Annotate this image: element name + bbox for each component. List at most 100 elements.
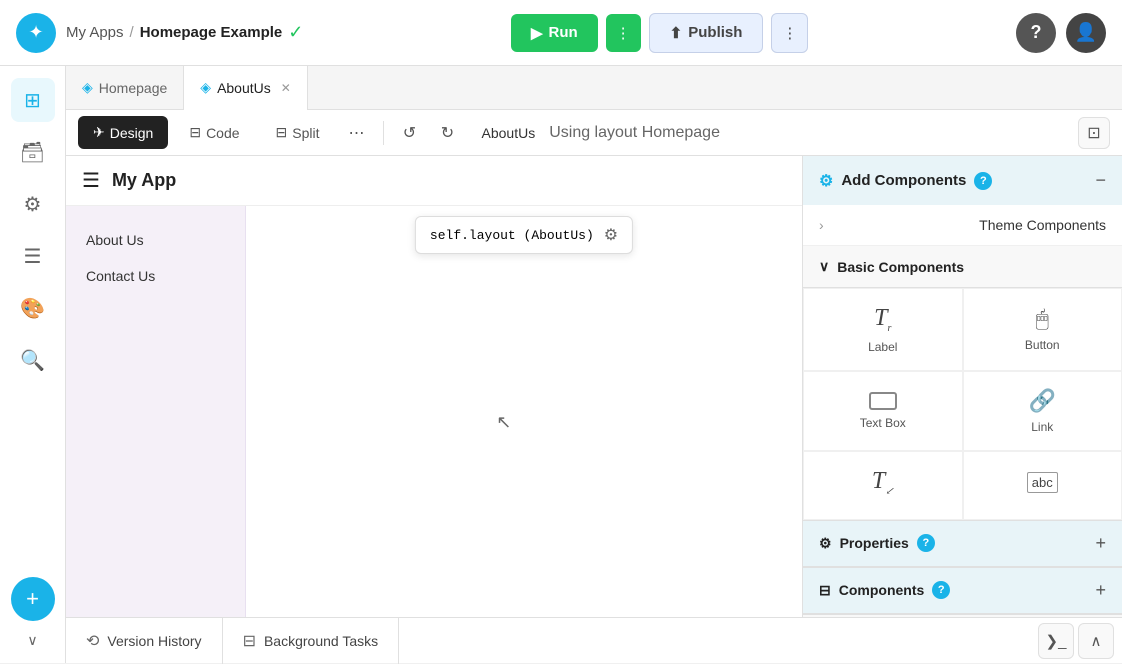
component-textbox[interactable]: Text Box: [803, 371, 963, 451]
sidebar-icon-grid[interactable]: ⊞: [11, 78, 55, 122]
breadcrumb-myapps[interactable]: My Apps: [66, 24, 124, 41]
content-area: ◈ Homepage ◈ AboutUs ✕ ✈ Design ⊟ Code ⊟…: [66, 66, 1122, 663]
toolbar-right: ⊡: [1078, 117, 1110, 149]
help-button[interactable]: ?: [1016, 13, 1056, 53]
terminal-icon: ❯_: [1046, 632, 1067, 650]
app-sidebar: About Us Contact Us: [66, 206, 246, 617]
breadcrumb-app-name: Homepage Example: [140, 24, 283, 41]
sidebar-about-us[interactable]: About Us: [66, 222, 245, 258]
sidebar-chevron[interactable]: ∨: [11, 629, 55, 651]
toolbar-path-name: AboutUs: [482, 125, 536, 141]
toolbar-path-detail: Using layout Homepage: [549, 124, 720, 142]
component-label[interactable]: Tr Label: [803, 288, 963, 371]
sidebar-icon-search[interactable]: 🔍: [11, 338, 55, 382]
basic-components-title: Basic Components: [837, 259, 964, 275]
code-button[interactable]: ⊟ Code: [174, 116, 254, 149]
add-components-collapse[interactable]: −: [1095, 170, 1106, 191]
settings-icon: ⚙: [24, 192, 42, 217]
publish-more-button[interactable]: ⋮: [771, 13, 808, 53]
logo[interactable]: ✦: [16, 13, 56, 53]
add-components-section: ⚙ Add Components ? − › Theme Components: [803, 156, 1122, 521]
properties-header[interactable]: ⚙ Properties ? +: [803, 521, 1122, 567]
components-section: ⊟ Components ? +: [803, 568, 1122, 615]
version-history-label: Version History: [107, 633, 201, 649]
sidebar-add-button[interactable]: +: [11, 577, 55, 621]
run-more-button[interactable]: ⋮: [606, 14, 641, 52]
components-header[interactable]: ⊟ Components ? +: [803, 568, 1122, 614]
redo-button[interactable]: ↻: [432, 117, 464, 149]
background-tasks-label: Background Tasks: [264, 633, 378, 649]
bottom-bar: ⟲ Version History ⊟ Background Tasks ❯_ …: [66, 617, 1122, 663]
background-tasks-tab[interactable]: ⊟ Background Tasks: [223, 618, 400, 664]
theme-components-item[interactable]: › Theme Components: [803, 205, 1122, 246]
link-text: Link: [1031, 420, 1053, 434]
app-body: About Us Contact Us self.layout (AboutUs…: [66, 206, 802, 617]
layout-toggle-button[interactable]: ⊡: [1078, 117, 1110, 149]
undo-icon: ↺: [403, 123, 416, 143]
tab-aboutus[interactable]: ◈ AboutUs ✕: [184, 66, 308, 110]
run-icon: ▶: [531, 24, 543, 42]
bottom-right: ❯_ ∧: [1038, 623, 1122, 659]
canvas-area[interactable]: ☰ My App About Us Contact Us: [66, 156, 802, 617]
redo-icon: ↻: [441, 123, 454, 143]
canvas-panel: ☰ My App About Us Contact Us: [66, 156, 1122, 617]
split-icon: ⊟: [276, 124, 288, 141]
about-us-label: About Us: [86, 232, 144, 248]
header-center: ▶ Run ⋮ ⬆ Publish ⋮: [511, 13, 808, 53]
app-main[interactable]: self.layout (AboutUs) ⚙ ↖: [246, 206, 802, 617]
version-history-tab[interactable]: ⟲ Version History: [66, 618, 223, 664]
layout-tooltip: self.layout (AboutUs) ⚙: [415, 216, 633, 254]
add-components-header-left: ⚙ Add Components ?: [819, 171, 992, 191]
component-button[interactable]: 🖱 Button: [963, 288, 1122, 371]
tab-aboutus-close[interactable]: ✕: [281, 81, 291, 95]
properties-plus[interactable]: +: [1095, 533, 1106, 554]
add-components-help: ?: [980, 175, 987, 187]
textbox-text: Text Box: [860, 416, 906, 430]
tab-homepage-label: Homepage: [99, 80, 168, 96]
undo-button[interactable]: ↺: [394, 117, 426, 149]
app-preview: ☰ My App About Us Contact Us: [66, 156, 802, 617]
basic-components-left: ∨ Basic Components: [819, 258, 964, 275]
sidebar-icon-paint[interactable]: 🎨: [11, 286, 55, 330]
component-more1[interactable]: T↙: [803, 451, 963, 520]
run-more-icon: ⋮: [616, 25, 631, 42]
add-components-header[interactable]: ⚙ Add Components ? −: [803, 156, 1122, 205]
sidebar-contact-us[interactable]: Contact Us: [66, 258, 245, 294]
sidebar-icon-settings[interactable]: ⚙: [11, 182, 55, 226]
link-icon: 🔗: [1029, 388, 1056, 414]
chevron-up-button[interactable]: ∧: [1078, 623, 1114, 659]
run-button[interactable]: ▶ Run: [511, 14, 598, 52]
component-link[interactable]: 🔗 Link: [963, 371, 1122, 451]
design-icon: ✈: [93, 124, 105, 141]
sidebar-icon-list[interactable]: ☰: [11, 234, 55, 278]
avatar-button[interactable]: 👤: [1066, 13, 1106, 53]
component-more2[interactable]: abc: [963, 451, 1122, 520]
components-section-badge: ?: [932, 581, 950, 599]
sidebar-icon-database[interactable]: 🗃: [11, 130, 55, 174]
publish-button[interactable]: ⬆ Publish: [649, 13, 764, 53]
terminal-button[interactable]: ❯_: [1038, 623, 1074, 659]
more-icon: ⋯: [349, 123, 365, 143]
tab-homepage[interactable]: ◈ Homepage: [66, 66, 184, 110]
header: ✦ My Apps / Homepage Example ✓ ▶ Run ⋮ ⬆…: [0, 0, 1122, 66]
avatar-icon: 👤: [1075, 22, 1097, 43]
more-options-button[interactable]: ⋯: [341, 117, 373, 149]
components-section-plus[interactable]: +: [1095, 580, 1106, 601]
basic-components-header[interactable]: ∨ Basic Components: [803, 246, 1122, 288]
grid-icon: ⊞: [24, 88, 41, 113]
layout-tooltip-settings-icon[interactable]: ⚙: [604, 225, 618, 245]
split-button[interactable]: ⊟ Split: [261, 116, 335, 149]
add-icon: +: [26, 586, 39, 612]
more2-icon: abc: [1027, 472, 1058, 493]
design-button[interactable]: ✈ Design: [78, 116, 168, 149]
background-tasks-icon: ⊟: [243, 631, 256, 651]
cursor-indicator: ↖: [496, 412, 511, 433]
basic-components-collapse-icon: ∨: [819, 258, 829, 275]
layout-tooltip-text: self.layout (AboutUs): [430, 228, 594, 243]
properties-title: Properties: [840, 535, 909, 551]
run-label: Run: [548, 24, 577, 41]
main-layout: ⊞ 🗃 ⚙ ☰ 🎨 🔍 + ∨ ◈ Homepage: [0, 66, 1122, 663]
textbox-icon: [869, 392, 897, 410]
more1-icon: T↙: [872, 468, 894, 497]
properties-header-left: ⚙ Properties ?: [819, 534, 935, 552]
